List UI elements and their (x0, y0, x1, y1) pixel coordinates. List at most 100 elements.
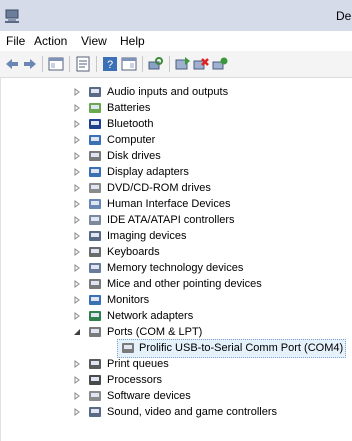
bluetooth-icon (89, 119, 101, 129)
collapsed-arrow-icon[interactable] (72, 375, 82, 385)
toolbar-separator (42, 56, 43, 72)
device-tree: Audio inputs and outputs Batteries Bluetoo… (0, 78, 352, 441)
collapsed-arrow-icon[interactable] (72, 279, 82, 289)
tree-item-label: Processors (107, 374, 163, 386)
collapsed-arrow-icon[interactable] (72, 391, 82, 401)
tree-item-label: DVD/CD-ROM drives (107, 182, 211, 194)
tree-category-item[interactable]: Mice and other pointing devices (1, 276, 352, 292)
svg-text:?: ? (107, 59, 113, 71)
menu-file[interactable]: File (6, 34, 25, 48)
window-title: De (336, 9, 352, 23)
processor-icon (89, 375, 101, 385)
collapsed-arrow-icon[interactable] (72, 87, 82, 97)
tree-item-label: Bluetooth (107, 118, 154, 130)
sound-controller-icon (89, 407, 101, 417)
speaker-icon (89, 87, 101, 97)
toolbar-separator (96, 56, 97, 72)
collapsed-arrow-icon[interactable] (72, 199, 82, 209)
menu-help[interactable]: Help (120, 34, 145, 48)
tree-item-label: Ports (COM & LPT) (107, 326, 203, 338)
battery-icon (89, 103, 101, 113)
expanded-arrow-icon[interactable] (72, 327, 82, 337)
tree-category-item[interactable]: Imaging devices (1, 228, 352, 244)
back-icon[interactable] (4, 56, 20, 72)
network-adapter-icon (89, 311, 101, 321)
tree-category-item[interactable]: Memory technology devices (1, 260, 352, 276)
keyboard-icon (89, 247, 101, 257)
toolbar: ? (0, 51, 352, 78)
tree-category-item[interactable]: Software devices (1, 388, 352, 404)
collapsed-arrow-icon[interactable] (72, 263, 82, 273)
tree-category-item[interactable]: Print queues (1, 356, 352, 372)
ide-controller-icon (89, 215, 101, 225)
tree-category-item[interactable]: Bluetooth (1, 116, 352, 132)
collapsed-arrow-icon[interactable] (72, 103, 82, 113)
device-manager-app-icon (5, 9, 19, 23)
tree-category-item[interactable]: Keyboards (1, 244, 352, 260)
tree-category-item[interactable]: Computer (1, 132, 352, 148)
tree-category-item[interactable]: Audio inputs and outputs (1, 84, 352, 100)
collapsed-arrow-icon[interactable] (72, 359, 82, 369)
collapsed-arrow-icon[interactable] (72, 247, 82, 257)
tree-item-label: Prolific USB-to-Serial Comm Port (COM4) (139, 342, 344, 354)
collapsed-arrow-icon[interactable] (72, 231, 82, 241)
collapsed-arrow-icon[interactable] (72, 311, 82, 321)
tree-item-label: Display adapters (107, 166, 189, 178)
tree-category-item[interactable]: Disk drives (1, 148, 352, 164)
help-icon[interactable]: ? (102, 56, 118, 72)
enable-device-icon[interactable] (212, 56, 228, 72)
scan-hardware-icon[interactable] (148, 56, 164, 72)
tree-item-label: Sound, video and game controllers (107, 406, 277, 418)
display-adapter-icon (89, 167, 101, 177)
tree-item-label: Batteries (107, 102, 151, 114)
collapsed-arrow-icon[interactable] (72, 215, 82, 225)
software-device-icon (89, 391, 101, 401)
tree-category-item[interactable]: Ports (COM & LPT) (1, 324, 352, 340)
tree-category-item[interactable]: Sound, video and game controllers (1, 404, 352, 420)
collapsed-arrow-icon[interactable] (72, 183, 82, 193)
dvd-drive-icon (89, 183, 101, 193)
tree-category-item[interactable]: Human Interface Devices (1, 196, 352, 212)
show-hide-console-tree-icon[interactable] (48, 56, 64, 72)
tree-item-label: Computer (107, 134, 156, 146)
tree-category-item[interactable]: IDE ATA/ATAPI controllers (1, 212, 352, 228)
tree-category-item[interactable]: Display adapters (1, 164, 352, 180)
tree-item-label: Network adapters (107, 310, 194, 322)
port-icon (89, 327, 101, 337)
toolbar-separator (142, 56, 143, 72)
computer-icon (89, 135, 101, 145)
uninstall-icon[interactable] (193, 56, 209, 72)
tree-item-label: Human Interface Devices (107, 198, 231, 210)
tree-category-item[interactable]: Batteries (1, 100, 352, 116)
tree-item-label: Disk drives (107, 150, 161, 162)
properties-icon[interactable] (75, 56, 91, 72)
collapsed-arrow-icon[interactable] (72, 295, 82, 305)
tree-item-label: Monitors (107, 294, 150, 306)
menu-action[interactable]: Action (34, 34, 67, 48)
imaging-icon (89, 231, 101, 241)
collapsed-arrow-icon[interactable] (72, 167, 82, 177)
tree-child-item[interactable]: Prolific USB-to-Serial Comm Port (COM4) (1, 339, 352, 358)
tree-item-label: Audio inputs and outputs (107, 86, 229, 98)
collapsed-arrow-icon[interactable] (72, 135, 82, 145)
forward-icon[interactable] (22, 56, 38, 72)
tree-item-label: Print queues (107, 358, 169, 370)
tree-item-label: Imaging devices (107, 230, 187, 242)
action-pane-icon[interactable] (121, 56, 137, 72)
tree-category-item[interactable]: Processors (1, 372, 352, 388)
tree-category-item[interactable]: DVD/CD-ROM drives (1, 180, 352, 196)
printer-icon (89, 359, 101, 369)
tree-category-item[interactable]: Network adapters (1, 308, 352, 324)
collapsed-arrow-icon[interactable] (72, 119, 82, 129)
title-bar: De (0, 0, 352, 31)
tree-item-label: Keyboards (107, 246, 160, 258)
tree-item-label: Memory technology devices (107, 262, 244, 274)
toolbar-separator (169, 56, 170, 72)
tree-category-item[interactable]: Monitors (1, 292, 352, 308)
port-icon (122, 343, 134, 353)
update-driver-icon[interactable] (175, 56, 191, 72)
collapsed-arrow-icon[interactable] (72, 407, 82, 417)
hid-icon (89, 199, 101, 209)
menu-view[interactable]: View (81, 34, 107, 48)
collapsed-arrow-icon[interactable] (72, 151, 82, 161)
